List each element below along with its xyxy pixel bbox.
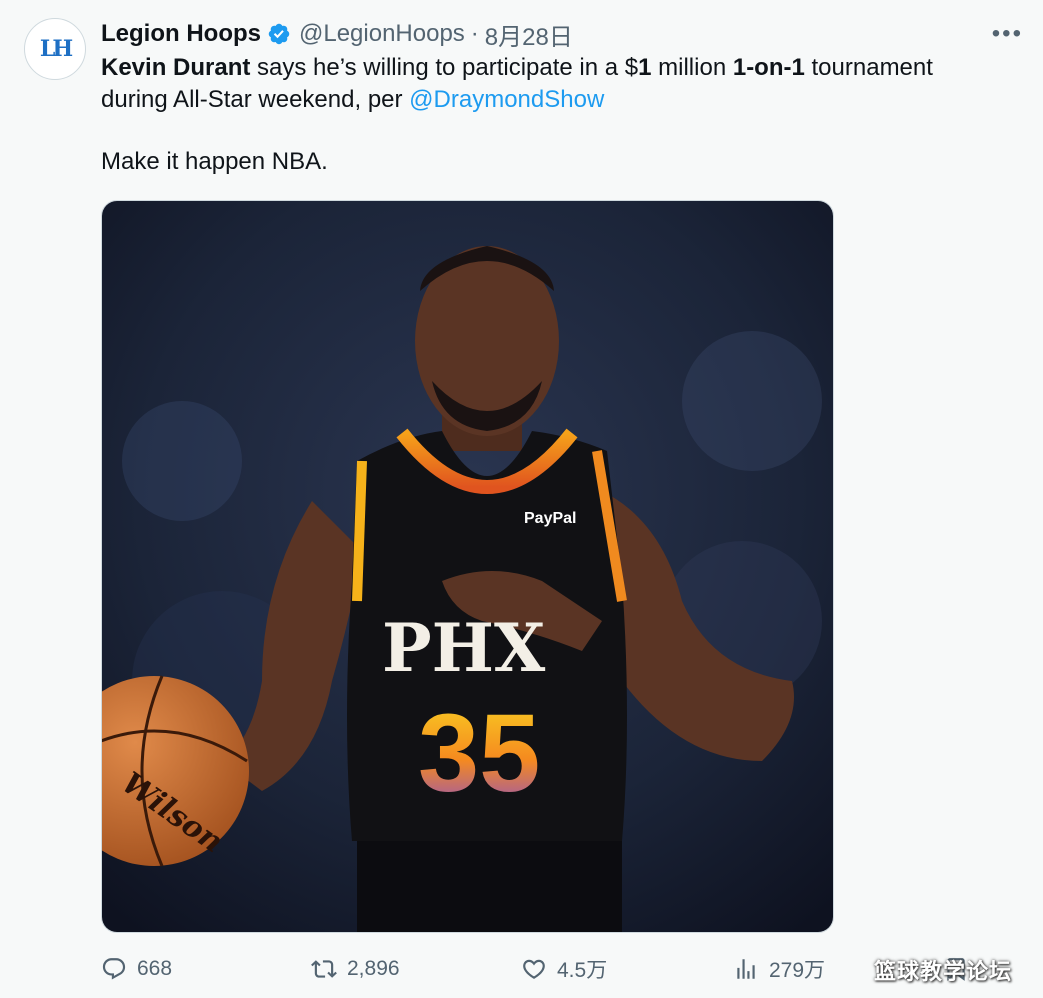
text-fragment: says he’s willing to participate in a $ [250,54,639,81]
tweet-date[interactable]: 8月28日 [485,17,573,52]
separator-dot: · [470,20,479,47]
retweet-icon [311,960,337,978]
verified-badge-icon [268,23,290,45]
tweet-text: Kevin Durant says he’s willing to partic… [101,52,1021,178]
tweet-photo[interactable]: PayPal PHX 35 Wilson [101,200,834,933]
views-chart-icon [737,959,755,979]
retweet-count: 2,896 [347,957,400,980]
like-button[interactable]: 4.5万 [521,948,607,990]
tweet-header: Legion Hoops @LegionHoops · 8月28日 ••• [101,16,1023,52]
tweet-line-3: Make it happen NBA. [101,148,328,175]
jersey-sponsor: PayPal [524,510,576,527]
views-button[interactable]: 279万 [733,948,825,990]
text-fragment: during All-Star weekend, per [101,86,410,113]
reply-count: 668 [137,957,173,980]
kevin-durant-photo: PayPal PHX 35 Wilson [102,201,833,932]
tweet-line-2: during All-Star weekend, per @DraymondSh… [101,84,1021,116]
tweet-line-1: Kevin Durant says he’s willing to partic… [101,52,1021,84]
bold-one: 1 [638,54,652,81]
heart-icon [523,959,545,979]
author-handle[interactable]: @LegionHoops [299,20,465,48]
author-avatar[interactable]: LH [24,18,86,80]
reply-icon [102,958,126,980]
more-options-icon[interactable]: ••• [992,20,1023,48]
text-fragment: million [651,54,733,81]
bold-kevin-durant: Kevin Durant [101,54,251,81]
retweet-button[interactable]: 2,896 [311,948,400,990]
jersey-team: PHX [382,609,546,687]
jersey-number: 35 [418,692,540,815]
watermark-text: 篮球教学论坛 [874,959,1013,984]
views-count: 279万 [769,959,826,982]
author-name[interactable]: Legion Hoops [101,20,261,48]
bold-one-on-one: 1-on-1 [732,54,805,81]
reply-button[interactable]: 668 [101,948,172,990]
like-count: 4.5万 [557,959,608,982]
legion-hoops-logo: LH [39,36,73,62]
text-fragment: tournament [804,54,933,81]
mention-link[interactable]: @DraymondShow [409,86,604,113]
